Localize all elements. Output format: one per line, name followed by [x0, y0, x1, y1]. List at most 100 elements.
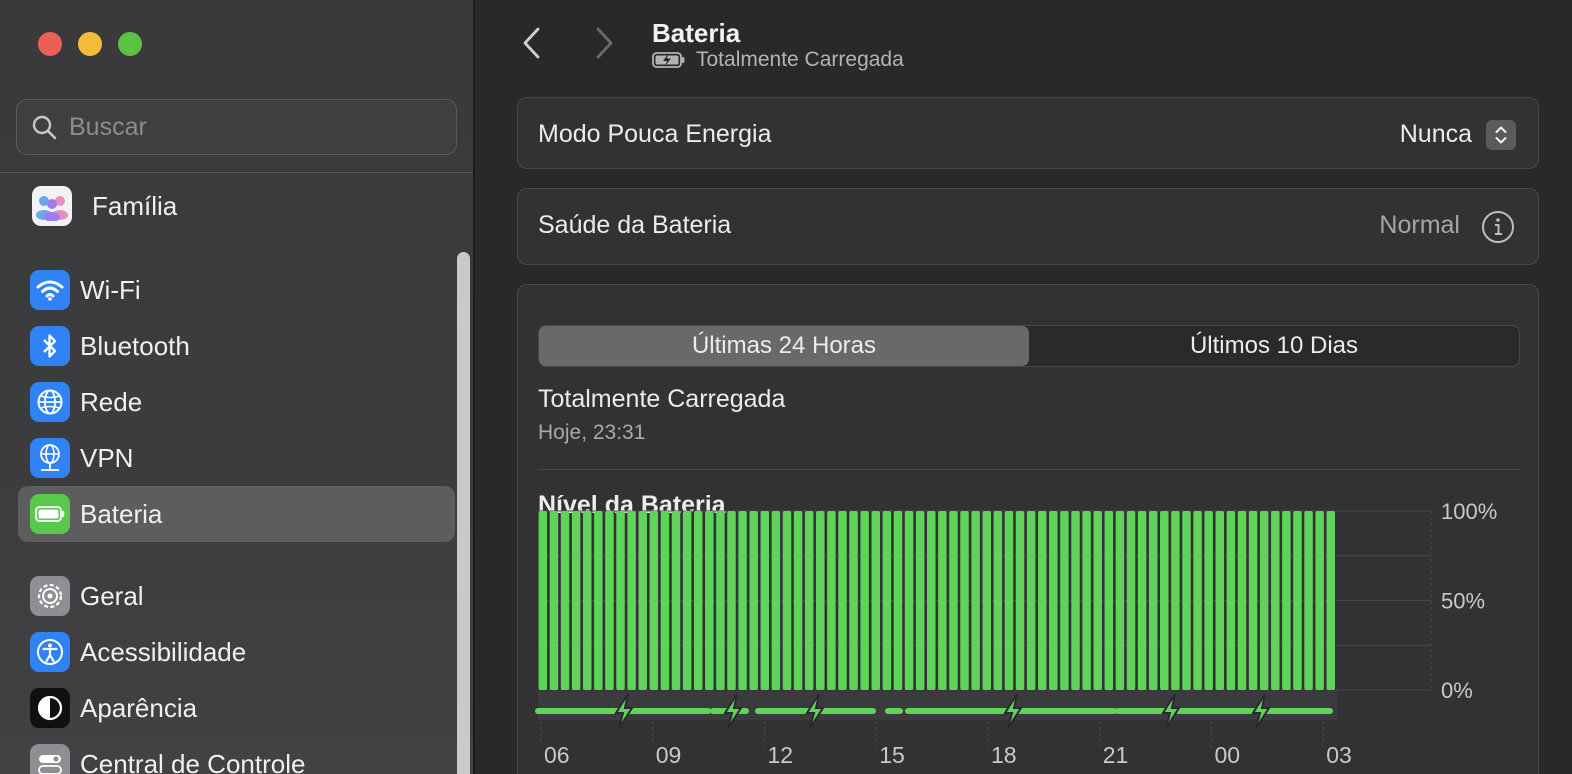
- vpn-globe-icon: [30, 438, 70, 478]
- battery-level-bar: [793, 511, 803, 690]
- globe-icon: [30, 382, 70, 422]
- battery-level-bar: [860, 511, 869, 690]
- battery-charging-icon: [652, 52, 685, 68]
- sidebar-item-bateria[interactable]: Bateria: [18, 486, 455, 542]
- battery-level-bar: [1137, 511, 1147, 690]
- gear-icon: [30, 576, 70, 616]
- battery-level-bar: [571, 511, 581, 690]
- sidebar-scrollbar[interactable]: [457, 252, 470, 774]
- search-icon: [32, 115, 57, 140]
- battery-level-bar: [1004, 511, 1014, 690]
- low-power-value[interactable]: Nunca: [1400, 120, 1472, 149]
- battery-level-bar: [993, 511, 1003, 690]
- sidebar-divider: [0, 172, 473, 173]
- battery-level-bar: [1282, 511, 1291, 690]
- x-tick-label: 09: [656, 742, 682, 768]
- x-tick-label: 21: [1103, 742, 1129, 768]
- family-icon: [32, 186, 72, 226]
- battery-level-bar: [1071, 511, 1080, 690]
- battery-level-bar: [1148, 511, 1158, 690]
- x-tick-label: 03: [1326, 742, 1352, 768]
- sidebar-item-wifi[interactable]: Wi-Fi: [18, 262, 455, 318]
- battery-level-bar: [871, 511, 881, 690]
- wifi-icon: [30, 270, 70, 310]
- battery-level-bar: [882, 511, 892, 690]
- low-power-label: Modo Pouca Energia: [538, 120, 772, 148]
- battery-level-bar: [549, 511, 559, 690]
- sidebar-item-label: Acessibilidade: [80, 636, 247, 667]
- battery-level-bar: [560, 511, 570, 690]
- sidebar: Família Wi-Fi Bluetooth: [0, 0, 475, 774]
- sidebar-item-familia[interactable]: Família: [20, 178, 457, 234]
- battery-level-bar: [771, 511, 781, 690]
- sidebar-item-acessibilidade[interactable]: Acessibilidade: [18, 624, 455, 680]
- x-tick-label: 18: [991, 742, 1017, 768]
- battery-level-bar: [671, 511, 681, 690]
- sidebar-item-aparencia[interactable]: Aparência: [18, 680, 455, 736]
- sidebar-item-geral[interactable]: Geral: [18, 568, 455, 624]
- battery-level-bar: [760, 511, 770, 690]
- back-arrow-icon[interactable]: [521, 26, 543, 60]
- chevron-up-down-icon: [1495, 126, 1507, 144]
- battery-level-bar: [682, 511, 692, 690]
- sidebar-item-vpn[interactable]: VPN: [18, 430, 455, 486]
- battery-icon: [30, 494, 70, 534]
- battery-level-bar: [738, 511, 747, 690]
- y-tick-label: 100%: [1441, 499, 1497, 524]
- battery-level-bar: [1160, 511, 1169, 690]
- battery-level-bar: [594, 511, 603, 690]
- battery-level-bar: [1026, 511, 1036, 690]
- main-pane: Bateria Totalmente Carregada Modo Pouca …: [477, 0, 1572, 774]
- sidebar-item-label: VPN: [80, 442, 134, 473]
- sidebar-item-label: Bluetooth: [80, 330, 190, 361]
- battery-level-bar: [1304, 511, 1313, 690]
- battery-usage-card: Últimas 24 Horas Últimos 10 Dias Totalme…: [517, 284, 1539, 774]
- battery-level-bar: [1237, 511, 1247, 690]
- search-field[interactable]: [16, 99, 457, 155]
- battery-level-bar: [904, 511, 914, 690]
- battery-level-bar: [849, 511, 858, 690]
- battery-health-row: Saúde da Bateria Normal: [517, 188, 1539, 265]
- battery-level-bar: [716, 511, 725, 690]
- x-tick-label: 12: [767, 742, 793, 768]
- battery-level-bar: [971, 511, 980, 690]
- charging-track: [538, 690, 1337, 720]
- battery-level-bar: [1326, 511, 1335, 690]
- battery-level-bar: [1226, 511, 1236, 690]
- sidebar-item-rede[interactable]: Rede: [18, 374, 455, 430]
- battery-level-chart: 100% 50% 0% 06 09 12 15 18 21 00 03: [535, 499, 1497, 768]
- battery-level-bar: [1060, 511, 1069, 690]
- battery-level-bar: [616, 511, 625, 690]
- battery-level-bar: [938, 511, 947, 690]
- battery-level-bar: [827, 511, 836, 690]
- battery-level-bar: [638, 511, 647, 690]
- battery-level-bar: [1015, 511, 1025, 690]
- battery-level-bar: [782, 511, 792, 690]
- battery-level-bar: [660, 511, 670, 690]
- battery-level-bar: [838, 511, 847, 690]
- y-tick-label: 50%: [1441, 589, 1485, 614]
- close-button[interactable]: [38, 32, 62, 56]
- battery-level-bar: [649, 511, 659, 690]
- forward-arrow-icon[interactable]: [593, 26, 615, 60]
- appearance-icon: [30, 688, 70, 728]
- sidebar-item-bluetooth[interactable]: Bluetooth: [18, 318, 455, 374]
- battery-level-bar: [582, 511, 592, 690]
- sidebar-item-central-de-controle[interactable]: Central de Controle: [18, 736, 455, 774]
- info-icon[interactable]: [1480, 209, 1516, 245]
- low-power-stepper[interactable]: [1486, 120, 1516, 150]
- battery-level-bar: [1037, 511, 1047, 690]
- battery-level-bar: [982, 511, 991, 690]
- battery-level-bar: [816, 511, 825, 690]
- battery-level-bar: [1115, 511, 1125, 690]
- x-tick-label: 00: [1214, 742, 1240, 768]
- search-input[interactable]: [69, 112, 409, 142]
- battery-health-label: Saúde da Bateria: [538, 211, 732, 239]
- minimize-button[interactable]: [78, 32, 102, 56]
- window-controls: [38, 32, 142, 56]
- battery-health-value: Normal: [1379, 211, 1460, 239]
- battery-level-bar: [1093, 511, 1102, 690]
- sidebar-item-label: Família: [92, 190, 178, 221]
- zoom-button[interactable]: [118, 32, 142, 56]
- sidebar-item-label: Central de Controle: [80, 748, 306, 774]
